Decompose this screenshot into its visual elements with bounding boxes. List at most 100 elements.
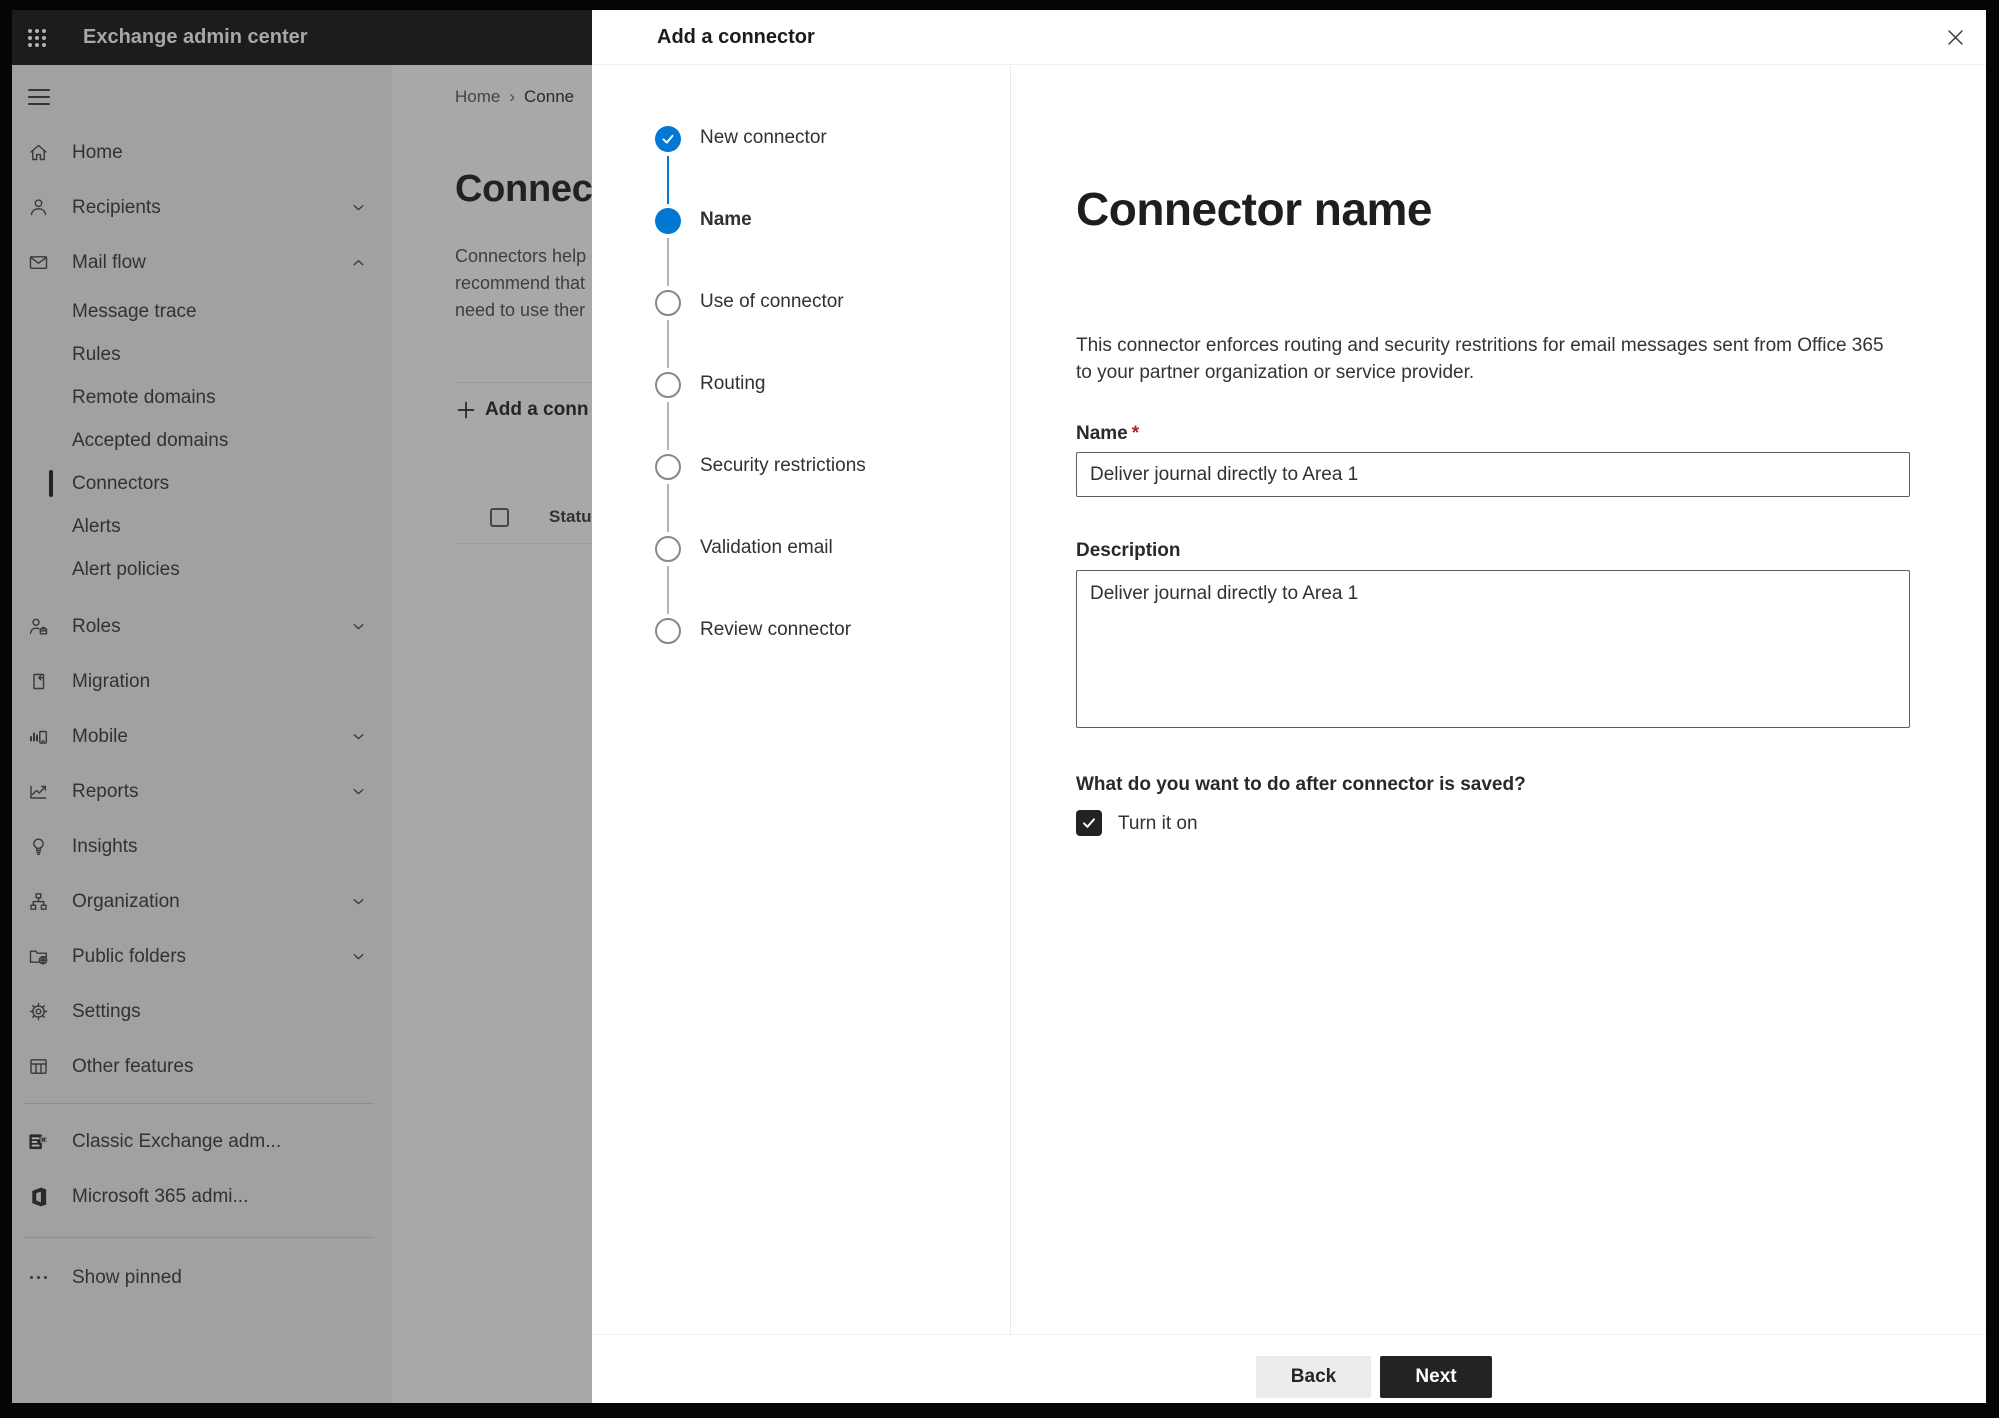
select-all-checkbox[interactable] xyxy=(490,508,509,527)
sidebar: Home Recipients Mail flow Message trace … xyxy=(12,65,392,1403)
wizard-steps: New connector Name Use of connector Rout… xyxy=(592,66,1011,1334)
sidebar-item-remote-domains[interactable]: Remote domains xyxy=(12,376,392,419)
description-field-label: Description xyxy=(1076,540,1181,561)
sidebar-item-other-features[interactable]: Other features xyxy=(12,1039,392,1094)
sidebar-item-label: Alert policies xyxy=(72,558,180,580)
sidebar-item-home[interactable]: Home xyxy=(12,125,392,180)
sidebar-item-label: Show pinned xyxy=(72,1266,182,1288)
screenshot-frame: Exchange admin center Home Recipients Ma… xyxy=(0,0,1999,1418)
step-connector-line xyxy=(667,402,669,450)
step-indicator-upcoming[interactable] xyxy=(655,290,681,316)
sidebar-item-label: Home xyxy=(72,141,123,163)
divider xyxy=(455,543,592,544)
modal-header: Add a connector xyxy=(592,10,1986,65)
page-description: Connectors help recommend that need to u… xyxy=(455,246,587,320)
step-connector-line xyxy=(667,238,669,286)
page-title: Connec xyxy=(455,168,592,210)
sidebar-item-migration[interactable]: Migration xyxy=(12,654,392,709)
connector-description-textarea[interactable]: Deliver journal directly to Area 1 xyxy=(1076,570,1910,728)
step-content: Connector name This connector enforces r… xyxy=(1011,66,1986,1334)
chevron-down-icon xyxy=(351,200,366,215)
sidebar-item-rules[interactable]: Rules xyxy=(12,333,392,376)
add-connector-label: Add a conn xyxy=(485,399,589,420)
add-connector-button[interactable]: Add a conn xyxy=(456,399,588,421)
close-icon[interactable] xyxy=(1945,27,1966,48)
connectors-page-dimmed: Home › Conne Connec Connectors help recomm… xyxy=(392,65,592,1403)
sidebar-item-public-folders[interactable]: Public folders xyxy=(12,929,392,984)
step-indicator-current[interactable] xyxy=(655,208,681,234)
step-connector-line xyxy=(667,320,669,368)
required-marker: * xyxy=(1131,423,1140,444)
add-connector-modal: Add a connector New connector Name Use o… xyxy=(592,10,1986,1403)
sidebar-item-label: Organization xyxy=(72,890,180,912)
step-description: This connector enforces routing and secu… xyxy=(1076,335,1884,383)
next-button[interactable]: Next xyxy=(1380,1356,1492,1398)
sidebar-item-accepted-domains[interactable]: Accepted domains xyxy=(12,419,392,462)
step-label[interactable]: Security restrictions xyxy=(700,455,866,477)
sidebar-item-show-pinned[interactable]: Show pinned xyxy=(12,1250,392,1305)
step-label[interactable]: Routing xyxy=(700,373,766,395)
status-column-header[interactable]: Status xyxy=(549,507,592,527)
chevron-down-icon xyxy=(351,949,366,964)
sidebar-item-label: Microsoft 365 admi... xyxy=(72,1185,249,1207)
sidebar-item-alerts[interactable]: Alerts xyxy=(12,505,392,548)
sidebar-item-mobile[interactable]: Mobile xyxy=(12,709,392,764)
sidebar-item-reports[interactable]: Reports xyxy=(12,764,392,819)
org-chart-icon xyxy=(28,891,49,912)
turn-it-on-checkbox[interactable] xyxy=(1076,810,1102,836)
sidebar-item-label: Recipients xyxy=(72,196,161,218)
global-nav-toggle-icon[interactable] xyxy=(28,88,50,106)
connector-name-input[interactable] xyxy=(1076,452,1910,497)
sidebar-item-insights[interactable]: Insights xyxy=(12,819,392,874)
person-icon xyxy=(28,197,49,218)
sidebar-item-label: Settings xyxy=(72,1000,141,1022)
step-label[interactable]: New connector xyxy=(700,127,827,149)
chevron-down-icon xyxy=(351,729,366,744)
step-indicator-upcoming[interactable] xyxy=(655,454,681,480)
person-badge-icon xyxy=(28,616,49,637)
sidebar-divider xyxy=(24,1103,374,1104)
app-launcher-icon[interactable] xyxy=(26,26,50,50)
lightbulb-icon xyxy=(28,836,49,857)
sidebar-item-microsoft-365-admin[interactable]: Microsoft 365 admi... xyxy=(12,1169,392,1224)
sidebar-item-settings[interactable]: Settings xyxy=(12,984,392,1039)
step-label[interactable]: Validation email xyxy=(700,537,833,559)
step-indicator-upcoming[interactable] xyxy=(655,618,681,644)
breadcrumb-home-link[interactable]: Home xyxy=(455,87,500,106)
sidebar-item-label: Remote domains xyxy=(72,386,216,408)
sidebar-item-label: Mail flow xyxy=(72,251,146,273)
sidebar-item-connectors[interactable]: Connectors xyxy=(12,462,392,505)
back-button[interactable]: Back xyxy=(1256,1356,1371,1398)
step-label[interactable]: Name xyxy=(700,209,752,231)
sidebar-item-label: Insights xyxy=(72,835,138,857)
breadcrumb: Home › Conne xyxy=(455,87,574,107)
step-connector-line xyxy=(667,156,669,204)
sidebar-item-message-trace[interactable]: Message trace xyxy=(12,290,392,333)
sidebar-item-roles[interactable]: Roles xyxy=(12,599,392,654)
step-indicator-upcoming[interactable] xyxy=(655,372,681,398)
document-arrow-icon xyxy=(28,671,49,692)
selected-indicator xyxy=(49,470,53,497)
microsoft-365-logo-icon xyxy=(28,1186,49,1207)
name-field-label: Name * xyxy=(1076,423,1140,444)
sidebar-item-alert-policies[interactable]: Alert policies xyxy=(12,548,392,591)
chevron-down-icon xyxy=(351,619,366,634)
app-title: Exchange admin center xyxy=(83,26,308,48)
mobile-stats-icon xyxy=(28,726,49,747)
sidebar-item-recipients[interactable]: Recipients xyxy=(12,180,392,235)
step-connector-line xyxy=(667,484,669,532)
step-label[interactable]: Review connector xyxy=(700,619,851,641)
chevron-up-icon xyxy=(351,255,366,270)
sidebar-item-classic-exchange-admin[interactable]: Classic Exchange adm... xyxy=(12,1114,392,1169)
step-indicator-upcoming[interactable] xyxy=(655,536,681,562)
sidebar-item-label: Rules xyxy=(72,343,121,365)
gear-icon xyxy=(28,1001,49,1022)
step-label[interactable]: Use of connector xyxy=(700,291,844,313)
sidebar-item-organization[interactable]: Organization xyxy=(12,874,392,929)
screen: Exchange admin center Home Recipients Ma… xyxy=(12,10,1986,1403)
step-indicator-done[interactable] xyxy=(655,126,681,152)
sidebar-item-label: Reports xyxy=(72,780,139,802)
modal-footer: Back Next xyxy=(592,1334,1986,1403)
sidebar-item-mail-flow[interactable]: Mail flow xyxy=(12,235,392,290)
chevron-down-icon xyxy=(351,784,366,799)
